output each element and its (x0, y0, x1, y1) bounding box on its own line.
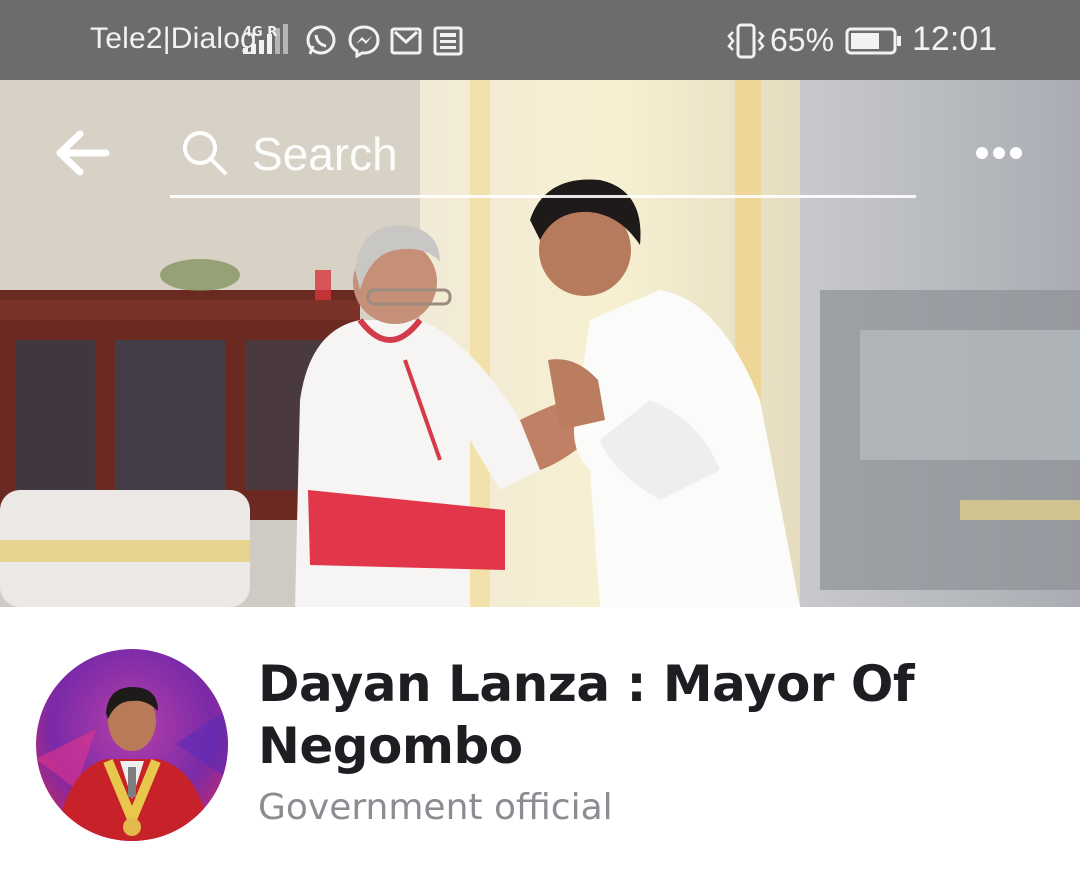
vibrate-icon (727, 23, 765, 59)
signal-strength-icon: 4G R (243, 24, 288, 54)
search-input[interactable] (250, 124, 894, 184)
profile-picture-illustration (36, 649, 228, 841)
cover-photo[interactable] (0, 0, 1080, 607)
search-bar[interactable] (170, 112, 916, 198)
cover-photo-illustration (0, 0, 1080, 607)
facebook-page-screen: Tele2|Dialog 4G R 65% 12:01 Search Dayan… (0, 0, 1080, 869)
more-dots-icon[interactable] (968, 132, 1030, 174)
page-category: Government official (258, 787, 613, 828)
messenger-icon (348, 25, 380, 58)
search-icon (183, 131, 227, 175)
svg-text:4G R: 4G R (243, 25, 277, 40)
carrier-label: Tele2|Dialog (90, 22, 257, 55)
page-profile-header: Dayan Lanza : Mayor Of Negombo Governmen… (0, 607, 1080, 869)
page-title: Dayan Lanza : Mayor Of Negombo (258, 655, 915, 775)
status-clock: 12:01 (912, 20, 998, 58)
whatsapp-icon (306, 25, 336, 55)
gmail-icon (390, 27, 422, 55)
news-icon (433, 26, 463, 56)
profile-avatar[interactable] (36, 649, 228, 841)
battery-percent: 65% (770, 22, 835, 58)
battery-icon (845, 27, 901, 55)
status-bar: Tele2|Dialog 4G R 65% 12:01 (0, 0, 1080, 80)
back-arrow-icon[interactable] (54, 128, 112, 178)
